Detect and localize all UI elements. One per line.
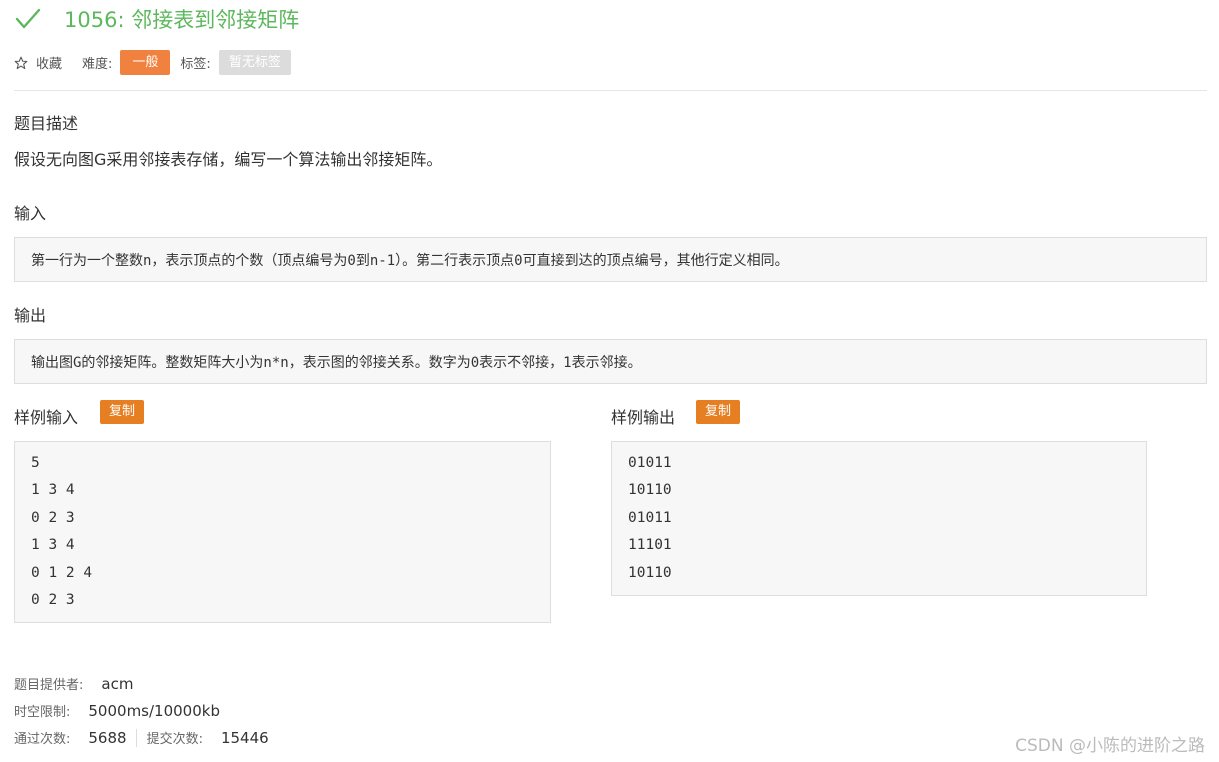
tags-badge: 暂无标签 — [218, 50, 291, 75]
problem-title-row: 1056: 邻接表到邻接矩阵 — [14, 4, 299, 34]
favorite-label: 收藏 — [36, 57, 63, 72]
sample-input-heading: 样例输入 — [14, 408, 79, 427]
sample-input-line: 0 2 3 — [31, 509, 75, 526]
limit-label: 时空限制: — [14, 705, 71, 720]
output-description-text: 输出图G的邻接矩阵。整数矩阵大小为n*n，表示图的邻接关系。数字为0表示不邻接，… — [31, 355, 642, 371]
limit-value: 5000ms/10000kb — [88, 701, 220, 720]
tags-label: 标签: — [180, 57, 211, 72]
sample-output-line: 10110 — [628, 564, 672, 581]
sample-output-line: 01011 — [628, 509, 672, 526]
sample-input-line: 1 3 4 — [31, 537, 75, 554]
output-description-box: 输出图G的邻接矩阵。整数矩阵大小为n*n，表示图的邻接关系。数字为0表示不邻接，… — [14, 339, 1207, 384]
sample-input-line: 5 — [31, 455, 40, 471]
limit-row: 时空限制: 5000ms/10000kb — [14, 701, 220, 721]
difficulty-badge: 一般 — [120, 50, 171, 75]
sample-input-line: 0 2 3 — [31, 591, 75, 608]
watermark: CSDN @小陈的进阶之路 — [1015, 736, 1205, 756]
sample-input-line: 0 1 2 4 — [31, 564, 93, 581]
input-heading: 输入 — [14, 204, 47, 223]
passed-value: 5688 — [88, 728, 127, 747]
copy-sample-input-button[interactable]: 复制 — [100, 400, 145, 424]
passed-label: 通过次数: — [14, 732, 71, 747]
copy-sample-output-button[interactable]: 复制 — [696, 400, 741, 424]
difficulty-label: 难度: — [82, 57, 113, 72]
sample-output-heading: 样例输出 — [611, 408, 676, 427]
sample-input-line: 1 3 4 — [31, 482, 75, 499]
divider — [14, 90, 1207, 91]
sample-output-box[interactable]: 01011 10110 01011 11101 10110 — [611, 441, 1147, 596]
star-outline-icon — [14, 56, 28, 69]
sample-input-box[interactable]: 5 1 3 4 0 2 3 1 3 4 0 1 2 4 0 2 3 — [14, 441, 551, 623]
problem-title: 1056: 邻接表到邻接矩阵 — [64, 8, 300, 32]
sample-output-line: 01011 — [628, 455, 672, 471]
description-heading: 题目描述 — [14, 114, 79, 133]
favorite-button[interactable]: 收藏 — [14, 53, 62, 72]
problem-meta-row: 收藏 难度: 一般 标签: 暂无标签 — [14, 50, 291, 75]
provider-label: 题目提供者: — [14, 678, 84, 693]
provider-value: acm — [101, 674, 134, 693]
stats-separator — [135, 728, 137, 747]
output-heading: 输出 — [14, 306, 47, 325]
description-text: 假设无向图G采用邻接表存储，编写一个算法输出邻接矩阵。 — [14, 150, 443, 169]
submitted-value: 15446 — [220, 728, 269, 747]
input-description-box: 第一行为一个整数n，表示顶点的个数（顶点编号为0到n-1）。第二行表示顶点0可直… — [14, 237, 1207, 282]
input-description-text: 第一行为一个整数n，表示顶点的个数（顶点编号为0到n-1）。第二行表示顶点0可直… — [31, 253, 789, 269]
provider-row: 题目提供者: acm — [14, 674, 134, 694]
check-icon — [15, 8, 41, 29]
sample-output-line: 11101 — [628, 537, 672, 554]
submitted-label: 提交次数: — [146, 732, 203, 747]
stats-row: 通过次数: 5688 提交次数: 15446 — [14, 728, 269, 747]
sample-output-line: 10110 — [628, 482, 672, 499]
